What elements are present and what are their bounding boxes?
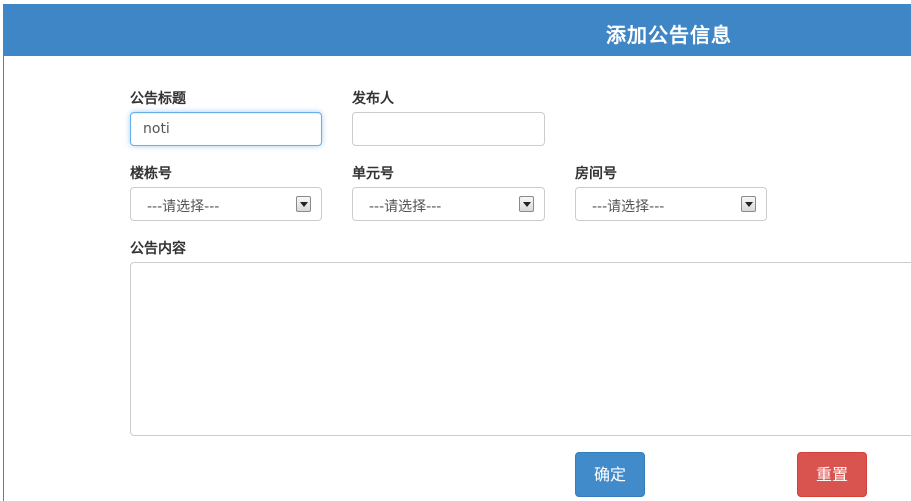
- unit-select[interactable]: ---请选择---: [352, 187, 545, 221]
- title-label: 公告标题: [130, 91, 186, 107]
- room-select[interactable]: ---请选择---: [575, 187, 767, 221]
- publisher-input[interactable]: [352, 112, 545, 146]
- page-title: 添加公告信息: [606, 23, 732, 47]
- unit-select-value: ---请选择---: [369, 199, 442, 215]
- content-label: 公告内容: [130, 241, 186, 257]
- chevron-down-icon: [519, 196, 534, 212]
- room-select-value: ---请选择---: [592, 199, 665, 215]
- confirm-button[interactable]: 确定: [575, 452, 645, 497]
- header-bar: 添加公告信息: [4, 5, 911, 56]
- chevron-down-icon: [741, 196, 756, 212]
- content-textarea[interactable]: [130, 262, 911, 436]
- chevron-down-icon: [296, 196, 311, 212]
- unit-label: 单元号: [352, 166, 394, 182]
- reset-button[interactable]: 重置: [797, 452, 867, 497]
- room-label: 房间号: [575, 166, 617, 182]
- building-select[interactable]: ---请选择---: [130, 187, 322, 221]
- title-input[interactable]: [130, 112, 322, 146]
- building-select-value: ---请选择---: [147, 199, 220, 215]
- publisher-label: 发布人: [352, 91, 394, 107]
- building-label: 楼栋号: [130, 166, 172, 182]
